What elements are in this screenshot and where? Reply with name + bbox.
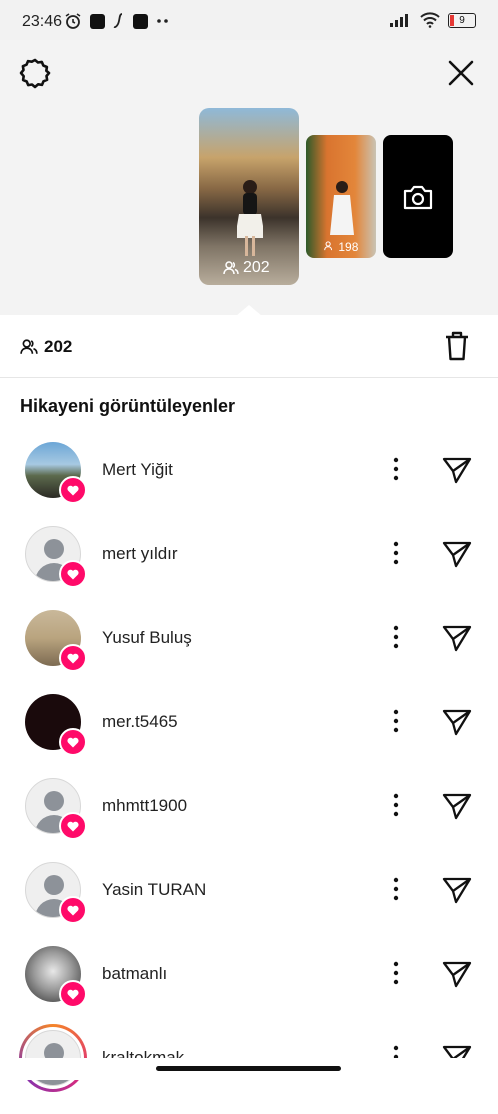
story-photo-subject bbox=[237, 180, 263, 256]
viewer-row[interactable]: Yusuf Buluş bbox=[0, 610, 498, 694]
story-view-count: 202 bbox=[223, 259, 270, 277]
heart-icon bbox=[59, 560, 87, 588]
send-icon[interactable] bbox=[442, 456, 472, 484]
send-icon[interactable] bbox=[442, 960, 472, 988]
status-left-icons bbox=[64, 12, 170, 30]
story-preview-panel: 202 198 bbox=[0, 40, 498, 316]
heart-icon bbox=[59, 476, 87, 504]
viewers-icon bbox=[223, 261, 239, 275]
wifi-icon bbox=[420, 12, 440, 28]
viewers-list-title: Hikayeni görüntüleyenler bbox=[20, 396, 236, 416]
viewer-row[interactable]: Mert Yiğit bbox=[0, 442, 498, 526]
viewer-name[interactable]: Mert Yiğit bbox=[102, 460, 173, 480]
more-vertical-icon[interactable] bbox=[386, 960, 406, 986]
send-icon[interactable] bbox=[442, 540, 472, 568]
app-notification-icon bbox=[113, 13, 123, 29]
heart-icon bbox=[59, 812, 87, 840]
viewer-row[interactable]: Yasin TURAN bbox=[0, 862, 498, 946]
more-notifications-icon bbox=[157, 19, 168, 23]
more-vertical-icon[interactable] bbox=[386, 792, 406, 818]
story-view-count-value: 202 bbox=[243, 259, 270, 276]
home-indicator[interactable] bbox=[156, 1066, 341, 1071]
viewer-name[interactable]: Yusuf Buluş bbox=[102, 628, 192, 648]
viewer-name[interactable]: Yasin TURAN bbox=[102, 880, 206, 900]
story-thumbnail-previous[interactable]: 198 bbox=[306, 135, 376, 258]
more-vertical-icon[interactable] bbox=[386, 876, 406, 902]
more-vertical-icon[interactable] bbox=[386, 708, 406, 734]
more-vertical-icon[interactable] bbox=[386, 540, 406, 566]
more-vertical-icon[interactable] bbox=[386, 456, 406, 482]
viewer-name[interactable]: mhmtt1900 bbox=[102, 796, 187, 816]
camera-icon bbox=[403, 185, 433, 209]
viewer-name[interactable]: mert yıldır bbox=[102, 544, 178, 564]
viewer-row[interactable]: batmanlı bbox=[0, 946, 498, 1030]
viewers-icon bbox=[324, 241, 333, 251]
heart-icon bbox=[59, 728, 87, 756]
viewer-row[interactable]: mhmtt1900 bbox=[0, 778, 498, 862]
app-notification-icon bbox=[133, 13, 148, 29]
send-icon[interactable] bbox=[442, 624, 472, 652]
viewer-row[interactable]: mert yıldır bbox=[0, 526, 498, 610]
settings-gear-icon[interactable] bbox=[18, 56, 52, 90]
viewers-icon bbox=[20, 339, 38, 354]
viewer-name[interactable]: batmanlı bbox=[102, 964, 167, 984]
send-icon[interactable] bbox=[442, 792, 472, 820]
app-notification-icon bbox=[90, 13, 105, 29]
send-icon[interactable] bbox=[442, 876, 472, 904]
battery-icon: 9 bbox=[448, 12, 476, 28]
viewer-name[interactable]: mer.t5465 bbox=[102, 712, 178, 732]
heart-icon bbox=[59, 644, 87, 672]
close-icon[interactable] bbox=[446, 58, 476, 88]
signal-icon bbox=[390, 14, 408, 27]
total-viewers: 202 bbox=[20, 337, 72, 357]
alarm-icon bbox=[65, 13, 81, 29]
trash-icon[interactable] bbox=[444, 330, 470, 362]
status-time: 23:46 bbox=[22, 13, 63, 30]
story-thumbnail-current[interactable]: 202 bbox=[199, 108, 299, 285]
status-right-icons: 9 bbox=[390, 12, 476, 28]
battery-level: 9 bbox=[459, 14, 465, 26]
heart-icon bbox=[59, 980, 87, 1008]
total-viewers-count: 202 bbox=[44, 337, 73, 356]
story-view-count-secondary-value: 198 bbox=[338, 240, 359, 254]
add-story-button[interactable] bbox=[383, 135, 453, 258]
viewer-row[interactable]: mer.t5465 bbox=[0, 694, 498, 778]
send-icon[interactable] bbox=[442, 708, 472, 736]
heart-icon bbox=[59, 896, 87, 924]
more-vertical-icon[interactable] bbox=[386, 624, 406, 650]
story-view-count-secondary: 198 bbox=[324, 240, 358, 254]
status-bar: 23:46 9 bbox=[0, 0, 498, 40]
viewer-count-bar: 202 bbox=[0, 315, 498, 378]
